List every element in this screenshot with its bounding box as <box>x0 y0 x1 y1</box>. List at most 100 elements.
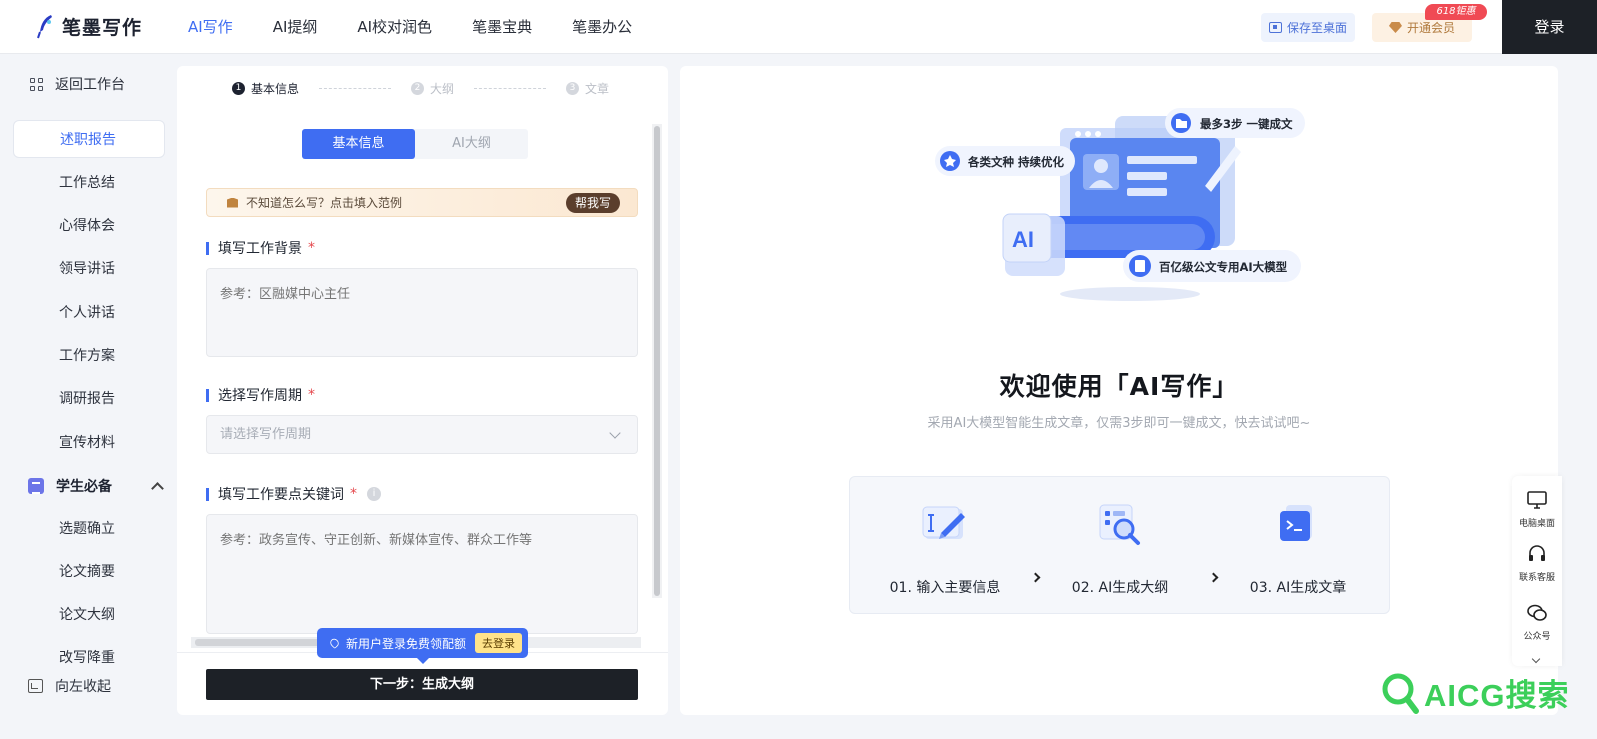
scrollbar-thumb[interactable] <box>654 126 660 596</box>
headset-icon <box>1529 545 1545 561</box>
nav-ai-write[interactable]: AI写作 <box>188 0 233 54</box>
form-tabs: 基本信息 AI大纲 <box>302 129 528 159</box>
step-label: 大纲 <box>430 82 455 96</box>
chevron-right-icon <box>1030 572 1041 583</box>
field-label-keywords: 填写工作要点关键词 * i <box>206 484 381 504</box>
top-header: 笔墨写作 AI写作 AI提纲 AI校对润色 笔墨宝典 笔墨办公 保存至桌面 开通… <box>0 0 1597 54</box>
promo-badge: 618钜惠 <box>1425 4 1487 20</box>
right-float-bar: 电脑桌面 联系客服 公众号 <box>1512 476 1562 666</box>
float-label: 联系客服 <box>1518 573 1555 583</box>
collapse-left-icon <box>28 679 43 693</box>
nav-ai-proofread[interactable]: AI校对润色 <box>357 0 432 54</box>
sidebar-item-personal-speech[interactable]: 个人讲话 <box>13 294 165 332</box>
search-document-icon <box>1099 504 1140 545</box>
watermark-text: AICG搜索 <box>1424 678 1570 713</box>
float-wechat[interactable]: 公众号 <box>1512 604 1562 642</box>
tab-basic-info[interactable]: 基本信息 <box>302 129 415 159</box>
go-login-button[interactable]: 去登录 <box>475 633 522 653</box>
ai-writing-illustration: AI 最多3步 一键成文 各类文种 持续优化 百亿级公文专用AI大模型 <box>935 108 1305 301</box>
label-text: 填写工作要点关键词 <box>218 487 344 503</box>
ai-tag-text: AI <box>1012 227 1034 252</box>
back-to-workbench[interactable]: 返回工作台 <box>30 74 125 94</box>
label-accent-bar <box>206 388 209 402</box>
sidebar-item-work-plan[interactable]: 工作方案 <box>13 337 165 375</box>
edit-form-icon <box>922 506 965 539</box>
save-to-desktop-button[interactable]: 保存至桌面 <box>1261 13 1355 42</box>
bubble-types: 各类文种 持续优化 <box>967 155 1065 169</box>
magnifier-logo-icon <box>1382 673 1419 714</box>
example-hint-banner[interactable]: 不知道怎么写？点击填入范例 帮我写 <box>206 188 638 217</box>
sidebar-item-research[interactable]: 调研报告 <box>13 380 165 418</box>
field-label-period: 选择写作周期 * <box>206 385 315 405</box>
float-label: 电脑桌面 <box>1518 519 1555 529</box>
step-label: 基本信息 <box>251 82 300 96</box>
book-icon <box>28 478 44 494</box>
logo[interactable]: 笔墨写作 <box>36 13 142 40</box>
process-step-article: 03. AI生成文章 <box>1228 499 1368 597</box>
process-step-label: 03. AI生成文章 <box>1249 580 1347 596</box>
sidebar-item-outline[interactable]: 论文大纲 <box>13 596 165 634</box>
monitor-icon <box>1527 491 1547 509</box>
sidebar-item-report[interactable]: 述职报告 <box>13 120 165 158</box>
float-support[interactable]: 联系客服 <box>1512 545 1562 583</box>
next-generate-outline-button[interactable]: 下一步：生成大纲 <box>206 669 638 700</box>
step-indicator: 1 基本信息 2 大纲 3 文章 <box>232 80 609 97</box>
step-label: 文章 <box>585 82 610 96</box>
required-mark: * <box>350 486 357 502</box>
tip-text: 新用户登录免费领配额 <box>346 636 467 651</box>
process-step-label: 01. 输入主要信息 <box>889 580 1001 596</box>
process-steps-card: 01. 输入主要信息 02. AI生成大纲 03. AI生成文章 <box>849 476 1390 614</box>
collapse-sidebar-button[interactable]: 向左收起 <box>28 676 111 696</box>
main-nav: AI写作 AI提纲 AI校对润色 笔墨宝典 笔墨办公 <box>188 0 672 54</box>
select-placeholder: 请选择写作周期 <box>220 427 312 442</box>
back-label: 返回工作台 <box>55 77 125 93</box>
bubble-steps: 最多3步 一键成文 <box>1200 117 1293 131</box>
envelope-icon <box>227 197 238 208</box>
welcome-subtitle: 采用AI大模型智能生成文章，仅需3步即可一键成文，快去试试吧~ <box>927 416 1311 431</box>
sidebar-item-topic[interactable]: 选题确立 <box>13 510 165 548</box>
sidebar-item-abstract[interactable]: 论文摘要 <box>13 553 165 591</box>
grid-icon <box>30 77 43 91</box>
login-tip-popover: 新用户登录免费领配额 去登录 <box>317 628 528 664</box>
tab-ai-outline[interactable]: AI大纲 <box>415 129 528 159</box>
left-sidebar: 返回工作台 述职报告 工作总结 心得体会 领导讲话 个人讲话 工作方案 调研报告… <box>0 54 177 739</box>
vip-label: 开通会员 <box>1406 21 1455 35</box>
chevron-right-icon <box>1208 572 1219 583</box>
process-step-outline: 02. AI生成大纲 <box>1050 499 1190 597</box>
required-mark: * <box>308 387 315 403</box>
feather-pen-icon <box>37 14 52 38</box>
process-step-input: 01. 输入主要信息 <box>875 499 1015 597</box>
info-icon[interactable]: i <box>367 487 381 501</box>
sidebar-item-publicity[interactable]: 宣传材料 <box>13 424 165 462</box>
float-desktop[interactable]: 电脑桌面 <box>1512 491 1562 529</box>
sidebar-group-student[interactable]: 学生必备 <box>28 476 164 496</box>
watermark: AICG搜索 <box>1380 670 1570 715</box>
step-number: 1 <box>232 82 245 95</box>
bubble-model: 百亿级公文专用AI大模型 <box>1159 260 1288 274</box>
sidebar-item-experience[interactable]: 心得体会 <box>13 207 165 245</box>
collapse-label: 向左收起 <box>55 679 111 695</box>
nav-bimo-guide[interactable]: 笔墨宝典 <box>472 0 532 54</box>
nav-bimo-office[interactable]: 笔墨办公 <box>572 0 632 54</box>
sidebar-item-summary[interactable]: 工作总结 <box>13 164 165 202</box>
form-panel: 1 基本信息 2 大纲 3 文章 基本信息 AI大纲 不知道怎么写？点击填入范例… <box>177 66 668 715</box>
login-button[interactable]: 登录 <box>1502 0 1597 54</box>
writing-period-select[interactable]: 请选择写作周期 <box>206 415 638 454</box>
keywords-input[interactable] <box>206 514 638 634</box>
heart-icon <box>328 637 341 649</box>
sidebar-item-leader-speech[interactable]: 领导讲话 <box>13 250 165 288</box>
work-background-input[interactable] <box>206 268 638 357</box>
label-text: 填写工作背景 <box>218 241 302 257</box>
hint-text: 不知道怎么写？点击填入范例 <box>246 196 403 210</box>
sidebar-item-rewrite[interactable]: 改写降重 <box>13 639 165 677</box>
vertical-scrollbar[interactable] <box>652 124 662 598</box>
nav-ai-outline[interactable]: AI提纲 <box>273 0 318 54</box>
step-connector <box>319 88 392 89</box>
welcome-panel: AI 最多3步 一键成文 各类文种 持续优化 百亿级公文专用AI大模型 欢迎使用… <box>680 66 1558 715</box>
step-basic-info: 1 基本信息 <box>232 80 299 97</box>
field-label-background: 填写工作背景 * <box>206 238 315 258</box>
chevron-down-icon[interactable] <box>1531 654 1541 664</box>
float-label: 公众号 <box>1523 632 1551 642</box>
help-me-write-button[interactable]: 帮我写 <box>565 193 620 213</box>
step-outline: 2 大纲 <box>411 80 454 97</box>
